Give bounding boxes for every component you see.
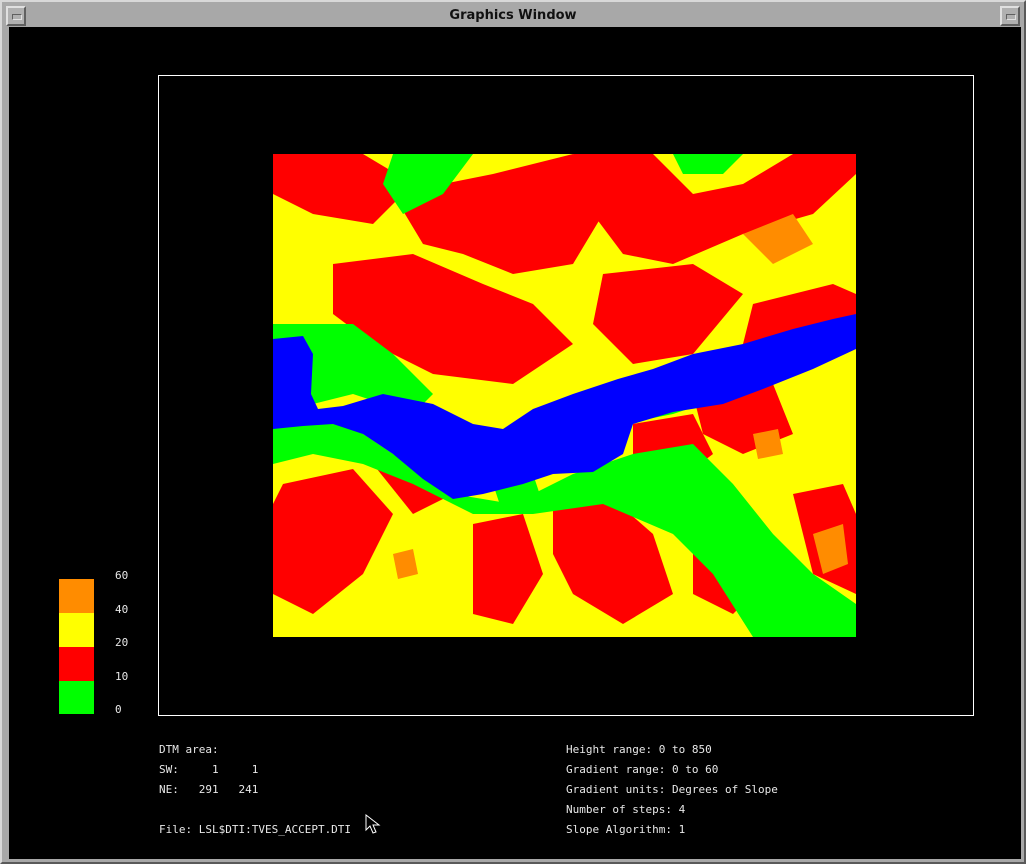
dtm-sw-line: SW: 1 1 [159,763,259,776]
window-resize-button[interactable] [1000,6,1020,26]
window-menu-button[interactable] [6,6,26,26]
dtm-file-line: File: LSL$DTI:TVES_ACCEPT.DTI [159,823,352,836]
legend-swatch-0-10 [59,680,94,714]
window-title: Graphics Window [449,8,577,23]
graphics-window: Graphics Window 60 40 20 10 0 DTM area: … [0,0,1026,864]
height-range-text: Height range: 0 to 850 [566,743,712,756]
legend-label-10: 10 [115,670,129,683]
dtm-ne-line: NE: 291 241 [159,783,259,796]
legend-label-40: 40 [115,603,129,616]
number-of-steps-text: Number of steps: 4 [566,803,686,816]
gradient-range-text: Gradient range: 0 to 60 [566,763,719,776]
slope-map [273,154,856,637]
gradient-units-text: Gradient units: Degrees of Slope [566,783,778,796]
legend-label-20: 20 [115,636,129,649]
resize-icon [1006,14,1016,20]
legend-label-60: 60 [115,569,129,582]
mouse-pointer-icon [365,814,381,834]
slope-algorithm-text: Slope Algorithm: 1 [566,823,686,836]
title-bar[interactable]: Graphics Window [6,6,1020,26]
slope-map-image [273,154,856,637]
graphics-canvas[interactable]: 60 40 20 10 0 DTM area: SW: 1 1 NE: 291 … [9,27,1021,859]
legend-label-0: 0 [115,703,122,716]
legend-swatch-20-40 [59,613,94,647]
window-menu-icon [12,14,22,20]
legend-swatch-40-60 [59,579,94,613]
dtm-area-label: DTM area: [159,743,219,756]
legend-swatch-10-20 [59,647,94,681]
